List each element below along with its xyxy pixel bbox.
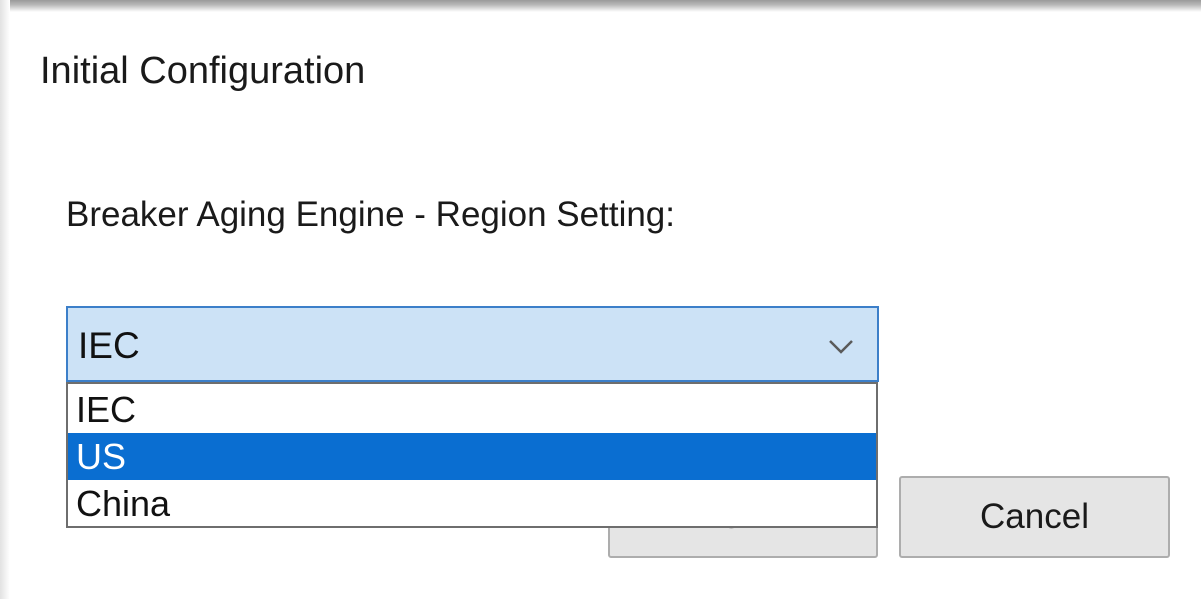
initial-configuration-dialog: Initial Configuration Breaker Aging Engi…	[0, 0, 1201, 599]
region-select-value: IEC	[78, 325, 140, 366]
region-option-us[interactable]: US	[68, 433, 876, 480]
window-top-edge	[0, 0, 1201, 12]
window-left-edge	[0, 0, 10, 599]
region-option-china[interactable]: China	[68, 480, 876, 527]
dialog-title: Initial Configuration	[40, 50, 366, 92]
region-setting-label: Breaker Aging Engine - Region Setting:	[66, 195, 675, 234]
chevron-down-icon[interactable]	[823, 328, 859, 364]
region-option-iec[interactable]: IEC	[68, 386, 876, 433]
region-dropdown-list: IEC US China	[66, 382, 878, 528]
cancel-button[interactable]: Cancel	[899, 476, 1170, 558]
region-select[interactable]: IEC	[66, 306, 879, 382]
